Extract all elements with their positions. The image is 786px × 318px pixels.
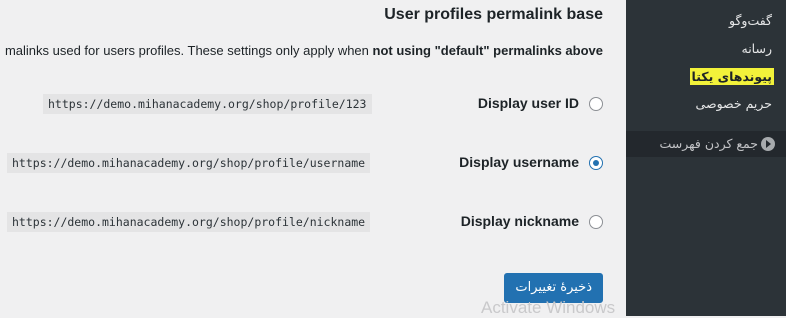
url-example-user-id: https://demo.mihanacademy.org/shop/profi… [43, 94, 372, 114]
collapse-menu[interactable]: جمع کردن فهرست [626, 131, 786, 157]
description-text: malinks used for users profiles. These s… [4, 43, 373, 58]
description-bold: not using "default" permalinks above [372, 43, 603, 58]
radio-user-id[interactable] [589, 97, 603, 111]
collapse-arrow-icon[interactable] [761, 137, 775, 151]
option-row-user-id[interactable]: https://demo.mihanacademy.org/shop/profi… [0, 94, 603, 116]
option-label-user-id[interactable]: Display user ID [478, 95, 579, 111]
collapse-menu-label[interactable]: جمع کردن فهرست [659, 136, 758, 151]
sidebar-item-media[interactable]: رسانه [742, 41, 773, 56]
section-description: malinks used for users profiles. These s… [5, 43, 603, 58]
option-row-nickname[interactable]: https://demo.mihanacademy.org/shop/profi… [0, 212, 603, 234]
sidebar-item-privacy[interactable]: حریم خصوصی [696, 96, 772, 111]
settings-panel: User profiles permalink base malinks use… [0, 0, 626, 316]
option-label-username[interactable]: Display username [459, 154, 579, 170]
section-title: User profiles permalink base [384, 6, 603, 23]
activate-windows-watermark: Activate Windows [481, 298, 616, 317]
radio-nickname[interactable] [589, 215, 603, 229]
sidebar-item-discussion[interactable]: گفت‌وگو [729, 13, 772, 28]
option-label-nickname[interactable]: Display nickname [461, 213, 579, 229]
sidebar-item-permalinks[interactable]: پیوندهای یکتا [689, 68, 774, 85]
admin-sidebar: گفت‌وگو رسانه پیوندهای یکتا حریم خصوصی ج… [626, 0, 786, 316]
option-row-username[interactable]: https://demo.mihanacademy.org/shop/profi… [0, 153, 603, 175]
url-example-username: https://demo.mihanacademy.org/shop/profi… [7, 153, 371, 173]
radio-username[interactable] [589, 156, 603, 170]
url-example-nickname: https://demo.mihanacademy.org/shop/profi… [7, 212, 371, 232]
